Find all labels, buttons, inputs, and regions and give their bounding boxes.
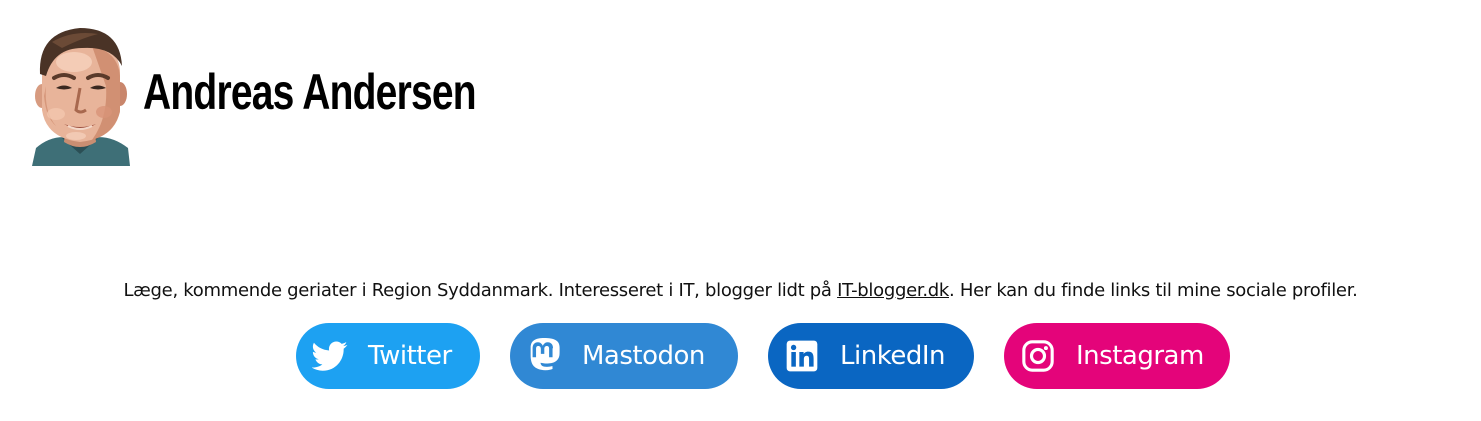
site-header: Andreas Andersen [32,26,570,166]
social-links: Twitter Mastodon LinkedIn Instagram [0,323,1481,389]
bio-text: Læge, kommende geriater i Region Syddanm… [0,280,1481,301]
avatar[interactable] [32,26,130,166]
linkedin-icon [784,338,820,374]
bio-text-before: Læge, kommende geriater i Region Syddanm… [123,280,838,301]
twitter-button[interactable]: Twitter [296,323,480,389]
bio-text-after: . Her kan du finde links til mine social… [949,280,1358,301]
instagram-icon [1020,338,1056,374]
linkedin-label: LinkedIn [840,341,945,371]
it-blogger-link[interactable]: IT-blogger.dk [837,280,949,301]
linkedin-button[interactable]: LinkedIn [768,323,974,389]
instagram-label: Instagram [1076,341,1204,371]
twitter-label: Twitter [368,341,452,371]
site-title: Andreas Andersen [143,64,477,120]
mastodon-button[interactable]: Mastodon [510,323,738,389]
mastodon-icon [526,338,562,374]
mastodon-label: Mastodon [582,341,705,371]
twitter-bird-icon [312,338,348,374]
instagram-button[interactable]: Instagram [1004,323,1230,389]
